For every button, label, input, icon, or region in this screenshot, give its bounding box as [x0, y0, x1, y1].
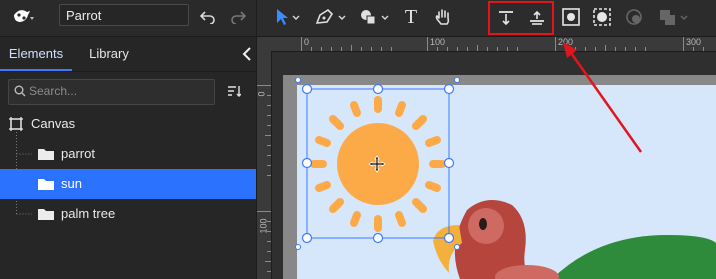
document-name-input[interactable]: Parrot: [59, 4, 189, 26]
tree-item-label: sun: [61, 176, 82, 191]
hand-tool-icon[interactable]: [432, 6, 454, 28]
pen-tool-icon[interactable]: [312, 6, 348, 28]
tree-item-label: parrot: [61, 146, 95, 161]
ruler-label: 100: [258, 218, 269, 234]
ruler-left[interactable]: 0 100: [257, 51, 272, 279]
tree-item-sun[interactable]: sun: [0, 169, 256, 199]
frame-icon: [8, 116, 24, 132]
ruler-label: 0: [304, 37, 310, 47]
folder-icon: [37, 177, 55, 191]
tree-item-canvas[interactable]: Canvas: [0, 109, 256, 139]
folder-icon: [37, 147, 55, 161]
undo-icon[interactable]: [198, 7, 218, 27]
collapse-panel-icon[interactable]: [240, 44, 254, 64]
pointer-tool-icon[interactable]: [272, 6, 302, 28]
text-tool-icon[interactable]: T: [400, 5, 422, 29]
align-middle-icon[interactable]: [526, 7, 548, 29]
ruler-label: 0: [256, 91, 267, 97]
tree-item-parrot[interactable]: parrot: [0, 139, 256, 169]
search-placeholder: Search...: [29, 84, 78, 98]
boolean-icon[interactable]: [656, 6, 692, 28]
logo-icon[interactable]: [10, 6, 36, 28]
tree-item-label: palm tree: [61, 206, 116, 221]
annotation-arrow: [563, 42, 643, 153]
palm-tree-shape: [552, 235, 716, 279]
redo-icon[interactable]: [228, 7, 248, 27]
tree-item-palm-tree[interactable]: palm tree: [0, 199, 256, 229]
group-select-icon[interactable]: [591, 6, 613, 28]
shape-tool-icon[interactable]: [356, 6, 392, 28]
search-icon: [13, 84, 27, 98]
sort-icon[interactable]: [225, 83, 243, 99]
tree-item-label: Canvas: [31, 116, 76, 131]
folder-icon: [37, 207, 55, 221]
mask-icon[interactable]: [623, 6, 645, 28]
align-top-icon[interactable]: [495, 7, 517, 29]
divider: [0, 71, 256, 72]
ruler-label: 100: [430, 37, 446, 47]
ruler-label: 300: [686, 37, 702, 47]
move-cursor-icon: [368, 155, 386, 173]
tab-library[interactable]: Library: [74, 37, 144, 71]
fit-to-frame-icon[interactable]: [560, 6, 582, 28]
tab-elements[interactable]: Elements: [0, 37, 72, 71]
